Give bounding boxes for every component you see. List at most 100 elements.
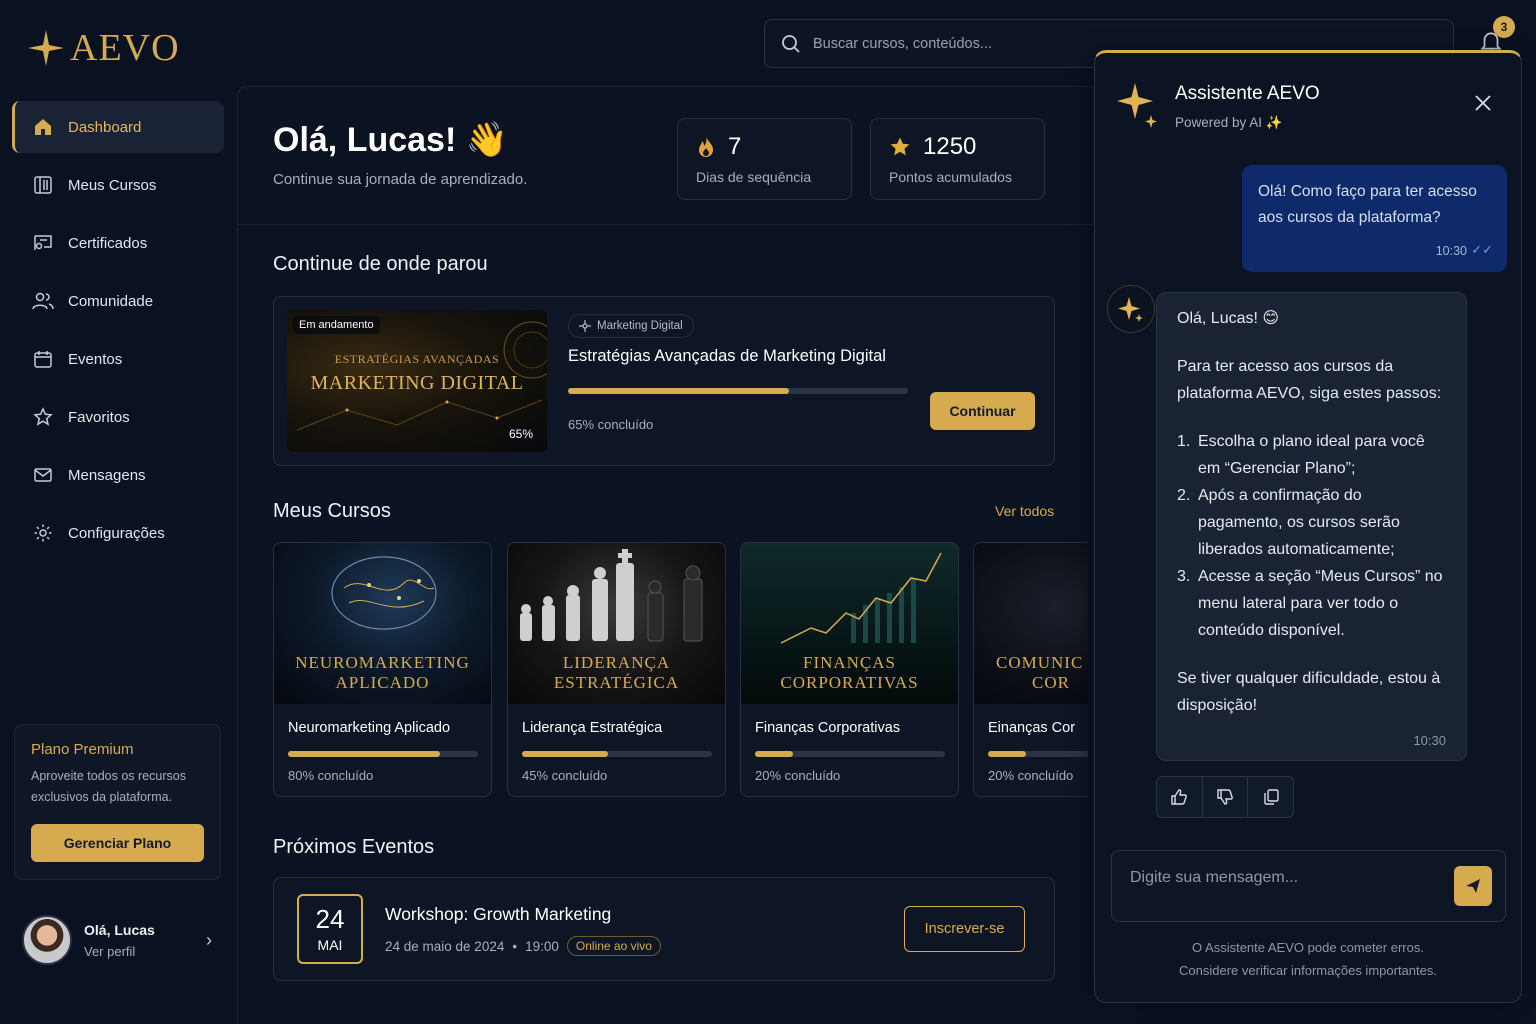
assistant-chat-panel: Assistente AEVO Powered by AI ✨ Olá! Com…	[1094, 50, 1522, 1003]
continue-progress-text: 65% concluído	[568, 417, 654, 432]
sidebar-item-dashboard[interactable]: Dashboard	[12, 101, 224, 153]
greeting-subtitle: Continue sua jornada de aprendizado.	[273, 171, 528, 188]
sidebar-item-certificados[interactable]: Certificados	[12, 217, 224, 269]
continue-button[interactable]: Continuar	[930, 392, 1035, 430]
greeting-title: Olá, Lucas! 👋	[273, 121, 509, 159]
brand-name: AEVO	[70, 27, 180, 69]
thumbs-up-button[interactable]	[1157, 777, 1203, 817]
profile-link[interactable]: Olá, Lucas Ver perfil ›	[22, 915, 212, 965]
star-icon	[32, 406, 54, 428]
books-icon	[32, 174, 54, 196]
sidebar-item-comunidade[interactable]: Comunidade	[12, 275, 224, 327]
courses-carousel: NEUROMARKETING APLICADO Neuromarketing Ap…	[273, 542, 1088, 798]
progress-fill	[755, 751, 793, 757]
header-divider	[238, 224, 1138, 225]
event-date: 24 de maio de 2024	[385, 938, 505, 954]
course-progress-text: 45% concluído	[522, 768, 608, 783]
course-image: LIDERANÇA ESTRATÉGICA	[508, 543, 725, 704]
sidebar-item-meus-cursos[interactable]: Meus Cursos	[12, 159, 224, 211]
step-text: Após a confirmação do pagamento, os curs…	[1198, 487, 1400, 558]
progress-fill	[988, 751, 1026, 757]
avatar	[22, 915, 72, 965]
course-progress-text: 20% concluído	[755, 768, 841, 783]
course-caption-line: FINANÇAS	[802, 653, 897, 672]
network-icon	[579, 320, 591, 332]
category-pill: Marketing Digital	[568, 314, 694, 338]
sidebar-item-label: Certificados	[68, 234, 148, 252]
course-card[interactable]: COMUNIC COR Einanças Cor 20% concluído	[973, 542, 1088, 797]
course-caption-line: APLICADO	[335, 673, 430, 692]
chat-title: Assistente AEVO	[1175, 83, 1320, 104]
double-check-icon: ✓✓	[1471, 242, 1493, 257]
view-profile-label: Ver perfil	[84, 943, 136, 959]
message-actions	[1156, 776, 1294, 818]
course-progress-text: 20% concluído	[988, 768, 1074, 783]
in-progress-badge: Em andamento	[293, 316, 380, 334]
course-caption-line: COR	[1032, 673, 1070, 692]
gear-icon	[32, 522, 54, 544]
sparkle-logo-icon	[28, 30, 64, 66]
finance-chart-illustration	[780, 552, 942, 644]
continue-course-title: Estratégias Avançadas de Marketing Digit…	[568, 347, 886, 365]
points-label: Pontos acumulados	[889, 169, 1012, 185]
sidebar-item-label: Configurações	[68, 524, 165, 542]
points-stat-card: 1250 Pontos acumulados	[870, 118, 1045, 200]
chat-message-input[interactable]: Digite sua mensagem...	[1111, 850, 1506, 922]
course-image: FINANÇAS CORPORATIVAS	[741, 543, 958, 704]
points-value: 1250	[923, 133, 977, 160]
disclaimer-line: O Assistente AEVO pode cometer erros.	[1192, 940, 1424, 955]
plan-description: Aproveite todos os recursos exclusivos d…	[31, 769, 186, 804]
course-progress-bar	[288, 751, 478, 757]
calendar-icon	[32, 348, 54, 370]
brand-logo[interactable]: AEVO	[26, 26, 180, 70]
thumbs-down-button[interactable]	[1203, 777, 1249, 817]
sidebar-item-label: Favoritos	[68, 408, 130, 426]
register-button[interactable]: Inscrever-se	[904, 906, 1025, 952]
course-caption-line: LIDERANÇA	[562, 653, 671, 672]
course-progress-text: 80% concluído	[288, 768, 374, 783]
sidebar-item-favoritos[interactable]: Favoritos	[12, 391, 224, 443]
sidebar-item-configuracoes[interactable]: Configurações	[12, 507, 224, 559]
assistant-avatar	[1107, 285, 1155, 333]
copy-button[interactable]	[1248, 777, 1293, 817]
sidebar-item-mensagens[interactable]: Mensagens	[12, 449, 224, 501]
course-caption-line: NEUROMARKETING	[295, 653, 470, 672]
progress-fill	[288, 751, 440, 757]
progress-fill	[568, 388, 789, 394]
event-time: 19:00	[525, 938, 559, 954]
copy-icon	[1263, 789, 1279, 805]
event-month: MAI	[317, 937, 343, 953]
bot-intro: Para ter acesso aos cursos da plataforma…	[1177, 358, 1442, 402]
category-label: Marketing Digital	[597, 320, 683, 332]
send-button[interactable]	[1454, 866, 1492, 906]
user-message-text: Olá! Como faço para ter acesso aos curso…	[1258, 183, 1477, 226]
step-text: Escolha o plano ideal para você em “Gere…	[1198, 433, 1425, 477]
course-card[interactable]: LIDERANÇA ESTRATÉGICA Liderança Estratégi…	[507, 542, 726, 797]
course-card[interactable]: NEUROMARKETING APLICADO Neuromarketing Ap…	[273, 542, 492, 797]
manage-plan-button[interactable]: Gerenciar Plano	[31, 824, 204, 862]
continue-progress-bar	[568, 388, 908, 394]
close-icon[interactable]	[1471, 91, 1495, 115]
streak-value: 7	[728, 133, 742, 160]
course-image: NEUROMARKETING APLICADO	[274, 543, 491, 704]
premium-plan-card: Plano Premium Aproveite todos os recurso…	[14, 724, 221, 880]
sidebar-item-label: Dashboard	[68, 118, 142, 136]
course-name: Finanças Corporativas	[755, 720, 901, 736]
events-section-title: Próximos Eventos	[273, 836, 435, 858]
course-name: Liderança Estratégica	[522, 720, 663, 736]
separator-dot: •	[512, 938, 518, 954]
course-card[interactable]: FINANÇAS CORPORATIVAS Finanças Corporativ…	[740, 542, 959, 797]
sidebar-item-label: Mensagens	[68, 466, 146, 484]
brain-illustration	[331, 556, 437, 630]
see-all-link[interactable]: Ver todos	[995, 503, 1054, 519]
continue-course-card[interactable]: Em andamento ESTRATÉGIAS AVANÇADAS MARKE…	[273, 296, 1055, 466]
sidebar-item-eventos[interactable]: Eventos	[12, 333, 224, 385]
event-live-tag: Online ao vivo	[566, 936, 661, 956]
step-text: Acesse a seção “Meus Cursos” no menu lat…	[1198, 568, 1443, 639]
sidebar-item-label: Comunidade	[68, 292, 154, 310]
course-progress-bar	[988, 751, 1088, 757]
course-name: Einanças Cor	[988, 720, 1076, 736]
thumbnail-title: MARKETING DIGITAL	[310, 372, 524, 394]
event-meta: 24 de maio de 2024 • 19:00 Online ao viv…	[385, 936, 661, 956]
event-date-box: 24 MAI	[297, 894, 363, 964]
